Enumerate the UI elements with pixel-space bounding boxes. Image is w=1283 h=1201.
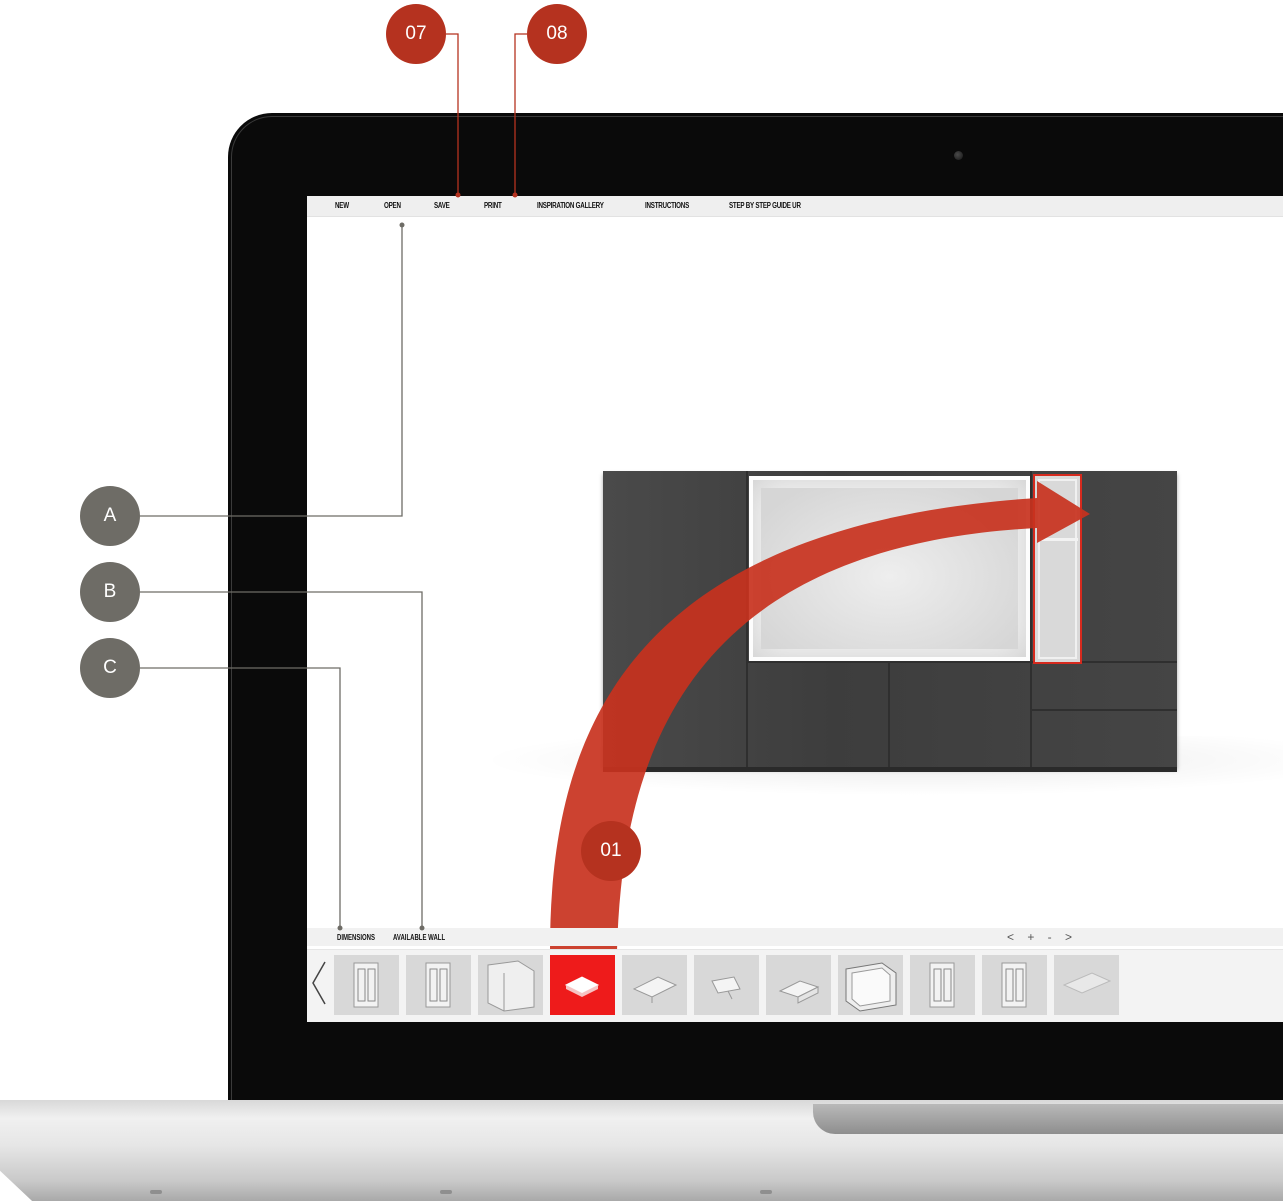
drag-arrow <box>550 481 1090 951</box>
module-thumbnail[interactable] <box>766 955 831 1015</box>
camera-icon <box>954 151 963 160</box>
angled-shelf-icon <box>711 976 741 1000</box>
available-wall-toggle[interactable]: AVAILABLE WALL <box>393 933 445 942</box>
zoom-nav-controls[interactable]: < + - > <box>1007 930 1077 944</box>
tall-cabinet-icon <box>425 962 451 1008</box>
label-bar: DIMENSIONS AVAILABLE WALL < + - > <box>307 928 1283 946</box>
shelf-icon <box>564 976 600 997</box>
flat-shelf-icon <box>632 976 678 1003</box>
module-thumbnail[interactable] <box>838 955 903 1015</box>
small-box-icon <box>778 980 820 1004</box>
laptop-foot <box>760 1190 772 1194</box>
module-thumbnail[interactable] <box>406 955 471 1015</box>
tall-cabinet-icon <box>353 962 379 1008</box>
laptop-foot <box>440 1190 452 1194</box>
module-thumbnail[interactable] <box>478 955 543 1015</box>
panel-icon <box>1062 972 1112 994</box>
corner-cabinet-icon <box>487 960 535 1012</box>
laptop-foot <box>150 1190 162 1194</box>
open-box-icon <box>845 962 897 1012</box>
app-screen: NEW OPEN SAVE PRINT INSPIRATION GALLERY … <box>307 196 1283 1022</box>
laptop-lid-notch <box>813 1104 1283 1134</box>
module-thumbnail[interactable] <box>694 955 759 1015</box>
module-thumbnail[interactable] <box>1054 955 1119 1015</box>
callout-08: 08 <box>527 4 587 64</box>
callout-b: B <box>80 562 140 622</box>
chevron-left-icon[interactable] <box>309 958 329 1008</box>
tall-cabinet-icon <box>929 962 955 1008</box>
tall-cabinet-icon <box>1001 962 1027 1008</box>
module-thumbnail[interactable] <box>910 955 975 1015</box>
callout-07: 07 <box>386 4 446 64</box>
module-thumbnail[interactable] <box>550 955 615 1015</box>
module-thumbnail[interactable] <box>622 955 687 1015</box>
dimensions-toggle[interactable]: DIMENSIONS <box>337 933 375 942</box>
module-thumbnail-bar <box>307 949 1283 1022</box>
module-thumbnail[interactable] <box>982 955 1047 1015</box>
module-thumbnail[interactable] <box>334 955 399 1015</box>
callout-c: C <box>80 638 140 698</box>
callout-a: A <box>80 486 140 546</box>
callout-01: 01 <box>581 821 641 881</box>
